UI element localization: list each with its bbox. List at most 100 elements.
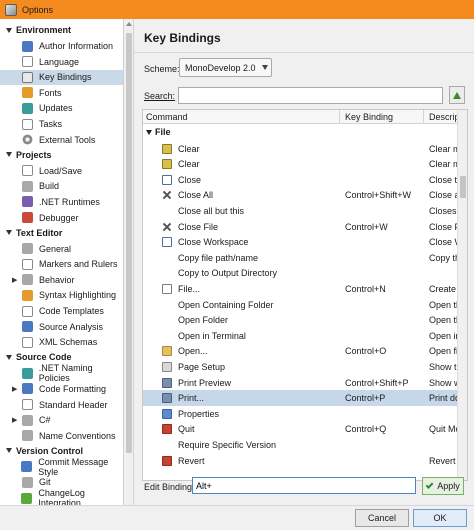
sidebar-scrollbar[interactable]	[124, 19, 134, 505]
table-row[interactable]: Require Specific Version	[143, 437, 459, 453]
command-group-row[interactable]: File	[143, 125, 459, 141]
command-cell: Close	[178, 174, 202, 185]
expand-arrow-icon[interactable]: ▶	[12, 385, 22, 393]
table-row[interactable]: Close all but this Closes a	[143, 203, 464, 219]
table-row[interactable]: Close Workspace Close W	[143, 234, 463, 250]
table-row[interactable]: Clear Clear m	[143, 141, 461, 157]
tree-item-label: General	[39, 243, 72, 254]
load-save-icon	[22, 165, 33, 177]
tree-item[interactable]: ▶ChangeLog Integration	[0, 488, 123, 505]
edit-binding-input[interactable]	[192, 477, 416, 494]
column-header-command[interactable]: Command	[146, 112, 188, 122]
expanded-triangle-icon[interactable]	[6, 354, 12, 360]
markers-icon	[22, 258, 33, 270]
search-label: Search:	[144, 91, 176, 101]
table-scrollbar[interactable]	[457, 110, 467, 480]
revert-icon	[162, 455, 172, 466]
tree-item[interactable]: ▶Debugger	[0, 210, 123, 225]
ok-button[interactable]: OK	[413, 509, 467, 527]
analysis-icon	[22, 321, 33, 333]
tree-item[interactable]: ▶Syntax Highlighting	[0, 288, 123, 303]
scheme-select[interactable]: MonoDevelop 2.0	[179, 58, 272, 77]
tree-item[interactable]: ▶XML Schemas	[0, 335, 123, 350]
tree-item[interactable]: ▶ C#	[0, 413, 123, 428]
search-options-button[interactable]	[449, 86, 465, 104]
key-bindings-table[interactable]: Command Key Binding Descrip File Clear Cle…	[142, 109, 468, 481]
expanded-triangle-icon[interactable]	[6, 448, 12, 454]
table-row[interactable]: Close File Control+W Close Fi	[143, 219, 462, 235]
command-cell: Print Preview	[178, 377, 232, 388]
apply-button[interactable]: Apply	[422, 477, 464, 495]
search-input[interactable]	[178, 87, 443, 104]
column-header-description[interactable]: Descrip	[429, 112, 460, 122]
sidebar-scroll-thumb[interactable]	[126, 33, 132, 453]
table-row[interactable]: Properties	[143, 406, 459, 422]
tasks-icon	[22, 118, 33, 130]
tree-item[interactable]: ▶Key Bindings	[0, 69, 123, 85]
table-scroll-thumb[interactable]	[460, 176, 466, 198]
page-setup-icon	[162, 362, 172, 372]
table-row[interactable]: Open in Terminal Open in	[143, 328, 461, 344]
tree-category[interactable]: Source Code	[0, 350, 123, 364]
table-row[interactable]: Page Setup Show th	[143, 359, 462, 375]
tree-item[interactable]: ▶Markers and Rulers	[0, 257, 123, 272]
tree-item[interactable]: ▶Author Information	[0, 39, 123, 54]
tree-category[interactable]: Version Control	[0, 444, 123, 458]
expanded-triangle-icon[interactable]	[146, 130, 152, 135]
table-row[interactable]: Revert Revert t	[143, 453, 461, 469]
close-all-icon	[162, 190, 172, 200]
tree-item-label: .NET Runtimes	[39, 196, 100, 207]
tree-category[interactable]: Projects	[0, 148, 123, 162]
table-row[interactable]: Copy file path/name Copy th	[143, 250, 461, 266]
table-row[interactable]: File... Control+N Create a	[143, 281, 464, 297]
table-row[interactable]: Clear Clear m	[143, 156, 461, 172]
tree-item[interactable]: ▶Fonts	[0, 85, 123, 100]
tree-item[interactable]: ▶Language	[0, 54, 123, 69]
description-cell: Copy th	[429, 252, 461, 263]
ok-label: OK	[433, 513, 447, 523]
tree-item[interactable]: ▶Name Conventions	[0, 428, 123, 443]
table-row[interactable]: Open Containing Folder Open the	[143, 297, 466, 313]
tree-item[interactable]: ▶Commit Message Style	[0, 457, 123, 477]
table-row[interactable]: Open Folder Open the	[143, 312, 466, 328]
tree-item[interactable]: ▶General	[0, 241, 123, 256]
tree-item[interactable]: ▶ Code Formatting	[0, 381, 123, 396]
expand-arrow-icon[interactable]: ▶	[12, 416, 22, 424]
expand-arrow-icon[interactable]: ▶	[12, 276, 22, 284]
tree-item[interactable]: ▶Load/Save	[0, 163, 123, 178]
table-row[interactable]: Quit Control+Q Quit Mo	[143, 421, 461, 437]
column-separator[interactable]	[423, 110, 424, 124]
table-row[interactable]: Print Preview Control+Shift+P Show w	[143, 375, 461, 391]
tree-item-label: ChangeLog Integration	[38, 488, 85, 505]
table-row[interactable]: Print... Control+P Print do	[143, 390, 460, 406]
expanded-triangle-icon[interactable]	[6, 152, 12, 158]
tree-item[interactable]: ▶ Behavior	[0, 272, 123, 287]
tree-item[interactable]: ▶Tasks	[0, 117, 123, 132]
table-row[interactable]: Close All Control+Shift+W Close al	[143, 187, 462, 203]
tree-item[interactable]: ▶Source Analysis	[0, 319, 123, 334]
tree-item[interactable]: ▶Updates	[0, 101, 123, 116]
cancel-button[interactable]: Cancel	[355, 509, 409, 527]
tree-item-label: Syntax Highlighting	[39, 290, 117, 301]
updates-icon	[22, 102, 33, 114]
tree-item[interactable]: ▶Build	[0, 179, 123, 194]
table-row[interactable]: Copy to Output Directory	[143, 265, 459, 281]
group-label: File	[155, 127, 171, 137]
table-row[interactable]: Open... Control+O Open file	[143, 343, 465, 359]
tree-item[interactable]: ▶Standard Header	[0, 397, 123, 412]
tree-item-label: Name Conventions	[39, 430, 116, 441]
tree-item[interactable]: ▶.NET Naming Policies	[0, 363, 123, 383]
tree-category[interactable]: Environment	[0, 23, 123, 37]
column-separator[interactable]	[339, 110, 340, 124]
expanded-triangle-icon[interactable]	[6, 230, 12, 236]
tree-category-label: Projects	[16, 149, 52, 160]
column-header-key-binding[interactable]: Key Binding	[345, 112, 393, 122]
tree-item[interactable]: ▶.NET Runtimes	[0, 194, 123, 209]
git-icon	[22, 476, 33, 488]
scroll-up-arrow-icon[interactable]	[126, 22, 132, 26]
tree-item[interactable]: ▶Code Templates	[0, 304, 123, 319]
table-row[interactable]: Close Close th	[143, 172, 462, 188]
tree-item[interactable]: ▶External Tools	[0, 132, 123, 147]
expanded-triangle-icon[interactable]	[6, 27, 12, 33]
tree-category[interactable]: Text Editor	[0, 226, 123, 240]
